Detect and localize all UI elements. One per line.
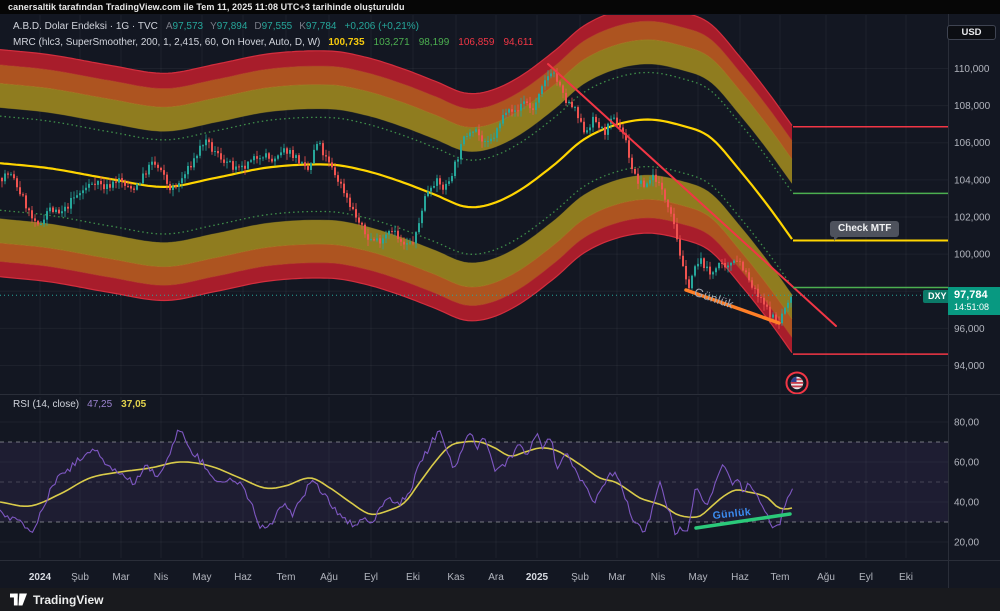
attribution-bar: canersaltik tarafından TradingView.com i… [0,0,1000,14]
time-tick-label: Tem [771,572,790,583]
tradingview-logo-icon [10,593,27,606]
watermark-bar: TradingView [0,588,1000,611]
time-tick-label: Nis [154,572,168,583]
tradingview-chart-snapshot: canersaltik tarafından TradingView.com i… [0,0,1000,611]
time-tick-label: Mar [608,572,626,583]
time-tick-label: Haz [234,572,252,583]
time-tick-label: May [689,572,708,583]
price-tick-label: 106,000 [954,138,991,149]
watermark-text: TradingView [33,592,104,607]
change-value: +0,206 (+0,21%) [344,21,419,32]
mrc-legend: MRC (hlc3, SuperSmoother, 200, 1, 2,415,… [13,37,533,48]
time-tick-label: Eyl [364,572,378,583]
symbol-title[interactable]: A.B.D. Dolar Endeksi · 1G · TVC [13,21,158,32]
time-tick-label: May [193,572,212,583]
rsi-value: 37,05 [121,399,147,410]
rsi-tick-label: 80,00 [954,418,979,429]
mrc-values: 100,735 103,271 98,199 106,859 94,611 [328,37,533,48]
price-tick-label: 100,000 [954,250,991,261]
last-price: 97,784 [954,289,988,301]
price-tick-label: 108,000 [954,101,991,112]
flag-marker-icon [785,371,809,395]
rsi-values: 47,25 37,05 [87,399,146,410]
mrc-value: 100,735 [328,37,365,48]
time-tick-label: Mar [112,572,130,583]
time-tick-label: Ağu [320,572,338,583]
price-tick-label: 102,000 [954,213,991,224]
mrc-value: 103,271 [373,37,410,48]
time-tick-label: Şub [571,572,589,583]
time-tick-label: Nis [651,572,665,583]
time-tick-label: Tem [277,572,296,583]
price-tick-label: 96,000 [954,324,985,335]
chart-canvas[interactable]: 110,000 108,000 106,000 104,000 102,000 100,0… [0,0,1000,611]
symbol-legend: A.B.D. Dolar Endeksi · 1G · TVC A97,573 Y… [13,21,419,32]
mrc-value: 106,859 [458,37,495,48]
price-tick-label: 104,000 [954,175,991,186]
mrc-title[interactable]: MRC (hlc3, SuperSmoother, 200, 1, 2,415,… [13,37,320,48]
ohlc-y: Y97,894 [210,21,248,32]
time-tick-label: Eyl [859,572,873,583]
rsi-tick-label: 20,00 [954,538,979,549]
ohlc-values: A97,573 Y97,894 D97,555 K97,784 [166,21,337,32]
ohlc-d: D97,555 [254,21,293,32]
time-tick-label: Ağu [817,572,835,583]
currency-button[interactable]: USD [947,25,996,40]
attribution-text: canersaltik tarafından TradingView.com i… [8,2,405,12]
time-tick-label: Ara [488,572,504,583]
ohlc-a: A97,573 [165,21,204,32]
time-tick-label: 2024 [29,572,52,583]
ohlc-k: K97,784 [299,21,337,32]
time-tick-label: Eki [406,572,420,583]
time-tick-label: Kas [447,572,464,583]
mrc-value: 94,611 [503,37,534,48]
rsi-tick-label: 60,00 [954,458,979,469]
rsi-tick-label: 40,00 [954,498,979,509]
time-tick-label: Eki [899,572,913,583]
mrc-value: 98,199 [418,37,450,48]
time-tick-label: 2025 [526,572,549,583]
rsi-legend: RSI (14, close) 47,25 37,05 [13,399,146,410]
bar-countdown: 14:51:08 [954,301,990,312]
time-tick-label: Şub [71,572,89,583]
check-mtf-button[interactable]: Check MTF [830,221,900,241]
price-tick-label: 94,000 [954,361,985,372]
price-tick-label: 110,000 [954,64,990,75]
time-tick-label: Haz [731,572,749,583]
rsi-value: 47,25 [87,399,113,410]
price-axis-label[interactable]: 97,784 14:51:08 [948,287,1000,315]
rsi-title[interactable]: RSI (14, close) [13,399,79,410]
